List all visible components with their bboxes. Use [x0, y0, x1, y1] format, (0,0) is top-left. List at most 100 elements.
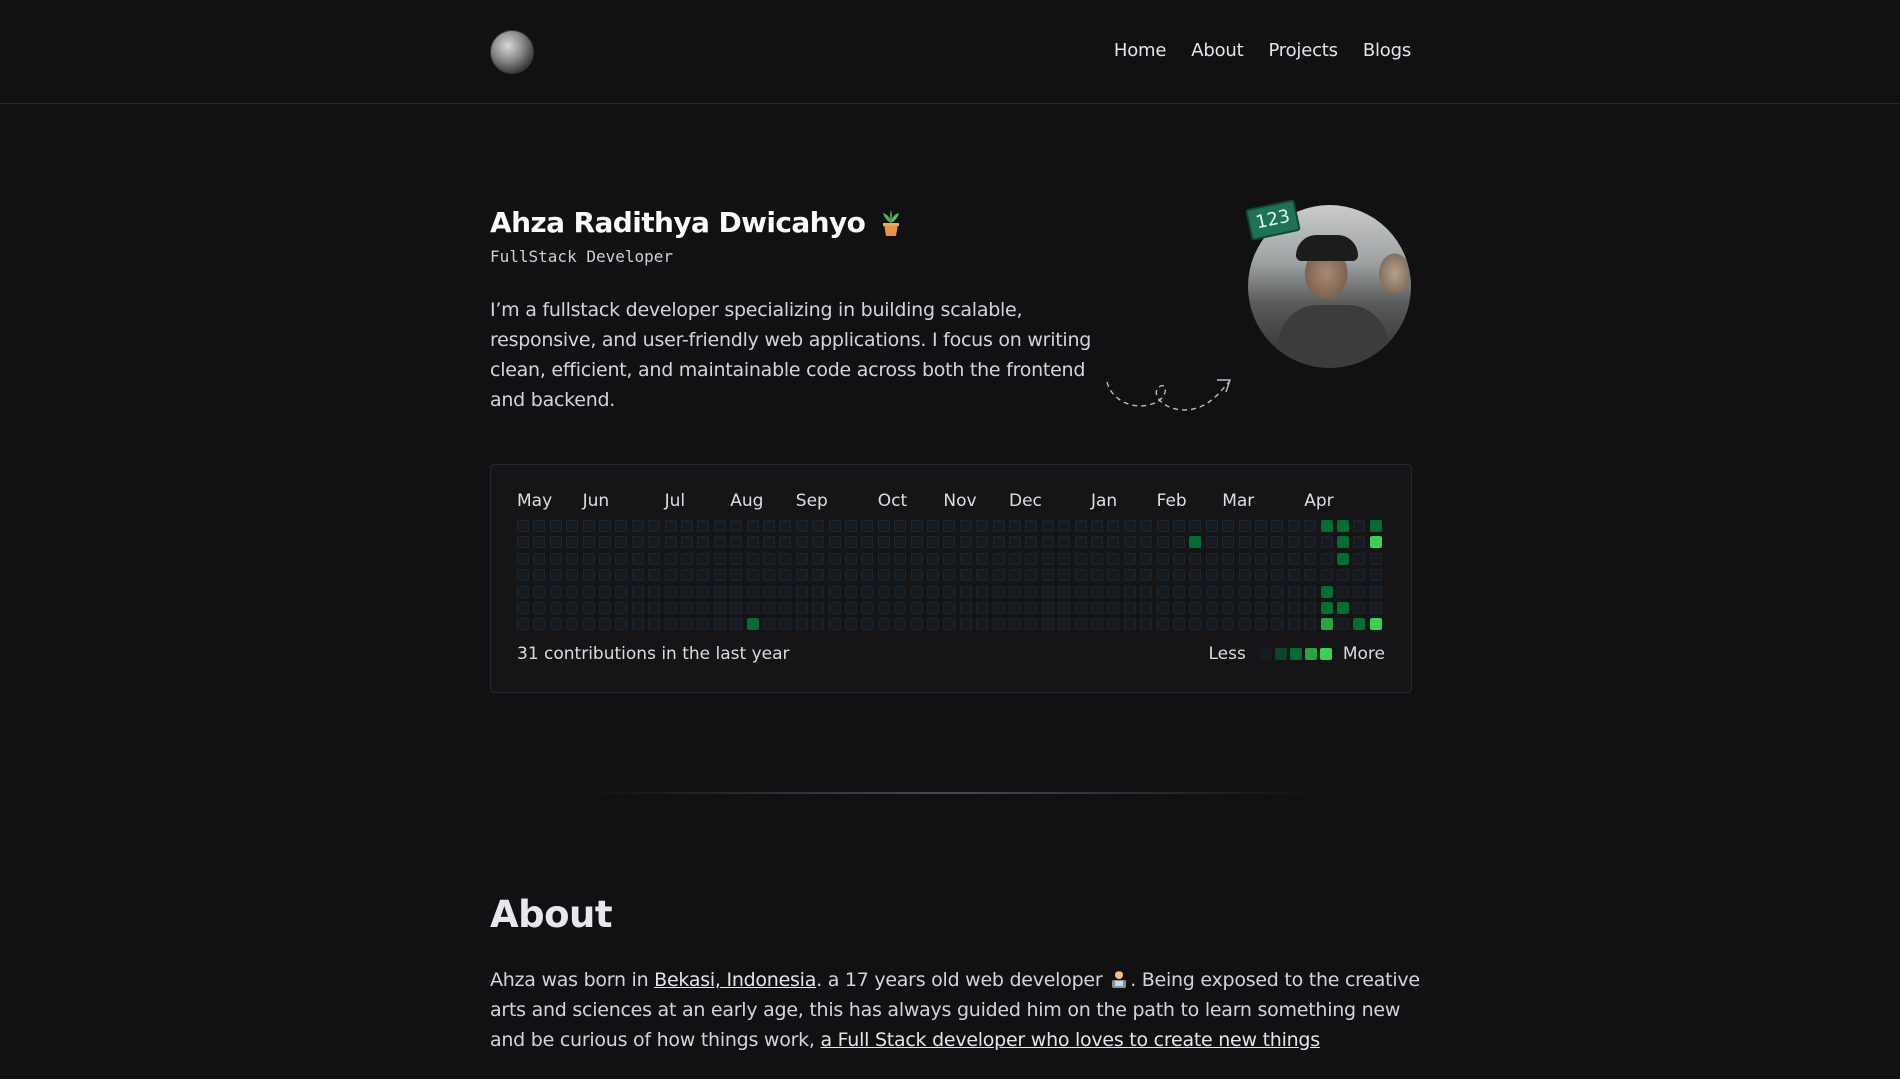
- contribution-cell[interactable]: [582, 552, 595, 565]
- contribution-cell[interactable]: [1304, 618, 1317, 631]
- contribution-cell[interactable]: [1337, 552, 1349, 565]
- contribution-cell[interactable]: [1107, 602, 1120, 614]
- contribution-cell[interactable]: [1074, 552, 1087, 565]
- contribution-cell[interactable]: [713, 569, 726, 582]
- contribution-cell[interactable]: [615, 520, 628, 532]
- contribution-cell[interactable]: [631, 602, 644, 614]
- contribution-cell[interactable]: [959, 536, 972, 549]
- contribution-cell[interactable]: [795, 585, 808, 598]
- contribution-cell[interactable]: [648, 552, 661, 565]
- contribution-cell[interactable]: [894, 552, 907, 565]
- contribution-cell[interactable]: [1369, 602, 1382, 614]
- contribution-cell[interactable]: [976, 520, 989, 532]
- contribution-cell[interactable]: [1041, 536, 1054, 549]
- contribution-cell[interactable]: [681, 585, 693, 598]
- contribution-cell[interactable]: [845, 585, 857, 598]
- contribution-cell[interactable]: [697, 569, 710, 582]
- contribution-cell[interactable]: [1074, 520, 1087, 532]
- contribution-cell[interactable]: [1074, 536, 1087, 549]
- contribution-cell[interactable]: [697, 536, 710, 549]
- contribution-cell[interactable]: [1353, 618, 1366, 631]
- contribution-cell[interactable]: [1074, 585, 1087, 598]
- contribution-cell[interactable]: [1304, 536, 1317, 549]
- contribution-cell[interactable]: [1173, 536, 1185, 549]
- contribution-cell[interactable]: [1041, 618, 1054, 631]
- contribution-cell[interactable]: [1255, 520, 1267, 532]
- contribution-cell[interactable]: [1140, 536, 1153, 549]
- contribution-cell[interactable]: [959, 569, 972, 582]
- contribution-cell[interactable]: [1156, 536, 1169, 549]
- contribution-cell[interactable]: [1107, 552, 1120, 565]
- contribution-cell[interactable]: [1009, 552, 1021, 565]
- contribution-cell[interactable]: [746, 520, 759, 532]
- contribution-cell[interactable]: [599, 618, 611, 631]
- contribution-cell[interactable]: [713, 536, 726, 549]
- contribution-cell[interactable]: [1222, 536, 1235, 549]
- contribution-cell[interactable]: [713, 585, 726, 598]
- contribution-cell[interactable]: [599, 552, 611, 565]
- contribution-cell[interactable]: [664, 585, 677, 598]
- contribution-cell[interactable]: [877, 602, 890, 614]
- contribution-cell[interactable]: [1320, 618, 1333, 631]
- contribution-cell[interactable]: [992, 569, 1005, 582]
- contribution-cell[interactable]: [828, 602, 841, 614]
- contribution-cell[interactable]: [664, 520, 677, 532]
- contribution-cell[interactable]: [1189, 569, 1202, 582]
- contribution-cell[interactable]: [1337, 602, 1349, 614]
- contribution-cell[interactable]: [1353, 536, 1366, 549]
- contribution-cell[interactable]: [1304, 569, 1317, 582]
- contribution-cell[interactable]: [1222, 569, 1235, 582]
- contribution-cell[interactable]: [976, 536, 989, 549]
- contribution-cell[interactable]: [763, 618, 775, 631]
- contribution-cell[interactable]: [1123, 585, 1136, 598]
- contribution-cell[interactable]: [713, 618, 726, 631]
- contribution-cell[interactable]: [1369, 520, 1382, 532]
- contribution-cell[interactable]: [1173, 520, 1185, 532]
- contribution-cell[interactable]: [1320, 602, 1333, 614]
- contribution-cell[interactable]: [992, 618, 1005, 631]
- contribution-cell[interactable]: [927, 585, 939, 598]
- contribution-cell[interactable]: [1091, 585, 1103, 598]
- contribution-cell[interactable]: [779, 585, 792, 598]
- contribution-cell[interactable]: [1058, 585, 1071, 598]
- contribution-cell[interactable]: [812, 585, 825, 598]
- contribution-cell[interactable]: [1353, 569, 1366, 582]
- contribution-cell[interactable]: [1058, 602, 1071, 614]
- contribution-cell[interactable]: [730, 520, 743, 532]
- contribution-cell[interactable]: [1271, 520, 1284, 532]
- contribution-cell[interactable]: [681, 618, 693, 631]
- contribution-cell[interactable]: [664, 618, 677, 631]
- contribution-cell[interactable]: [517, 618, 529, 631]
- nav-link-projects[interactable]: Projects: [1268, 40, 1338, 61]
- contribution-cell[interactable]: [1189, 520, 1202, 532]
- contribution-cell[interactable]: [599, 602, 611, 614]
- contribution-cell[interactable]: [1156, 520, 1169, 532]
- contribution-cell[interactable]: [533, 618, 546, 631]
- contribution-cell[interactable]: [992, 536, 1005, 549]
- contribution-cell[interactable]: [697, 602, 710, 614]
- contribution-cell[interactable]: [1337, 569, 1349, 582]
- contribution-cell[interactable]: [1041, 569, 1054, 582]
- contribution-cell[interactable]: [1140, 602, 1153, 614]
- contribution-cell[interactable]: [1337, 618, 1349, 631]
- contribution-cell[interactable]: [845, 602, 857, 614]
- contribution-cell[interactable]: [1173, 585, 1185, 598]
- contribution-cell[interactable]: [664, 569, 677, 582]
- contribution-cell[interactable]: [1156, 602, 1169, 614]
- contribution-cell[interactable]: [1287, 618, 1300, 631]
- contribution-cell[interactable]: [992, 552, 1005, 565]
- contribution-cell[interactable]: [943, 618, 956, 631]
- contribution-cell[interactable]: [1140, 520, 1153, 532]
- contribution-cell[interactable]: [927, 618, 939, 631]
- contribution-cell[interactable]: [631, 536, 644, 549]
- contribution-cell[interactable]: [992, 602, 1005, 614]
- contribution-cell[interactable]: [1041, 552, 1054, 565]
- contribution-cell[interactable]: [1091, 520, 1103, 532]
- contribution-cell[interactable]: [1222, 552, 1235, 565]
- contribution-cell[interactable]: [1353, 552, 1366, 565]
- contribution-cell[interactable]: [533, 552, 546, 565]
- contribution-cell[interactable]: [828, 585, 841, 598]
- contribution-cell[interactable]: [943, 552, 956, 565]
- contribution-cell[interactable]: [1025, 536, 1038, 549]
- contribution-cell[interactable]: [795, 618, 808, 631]
